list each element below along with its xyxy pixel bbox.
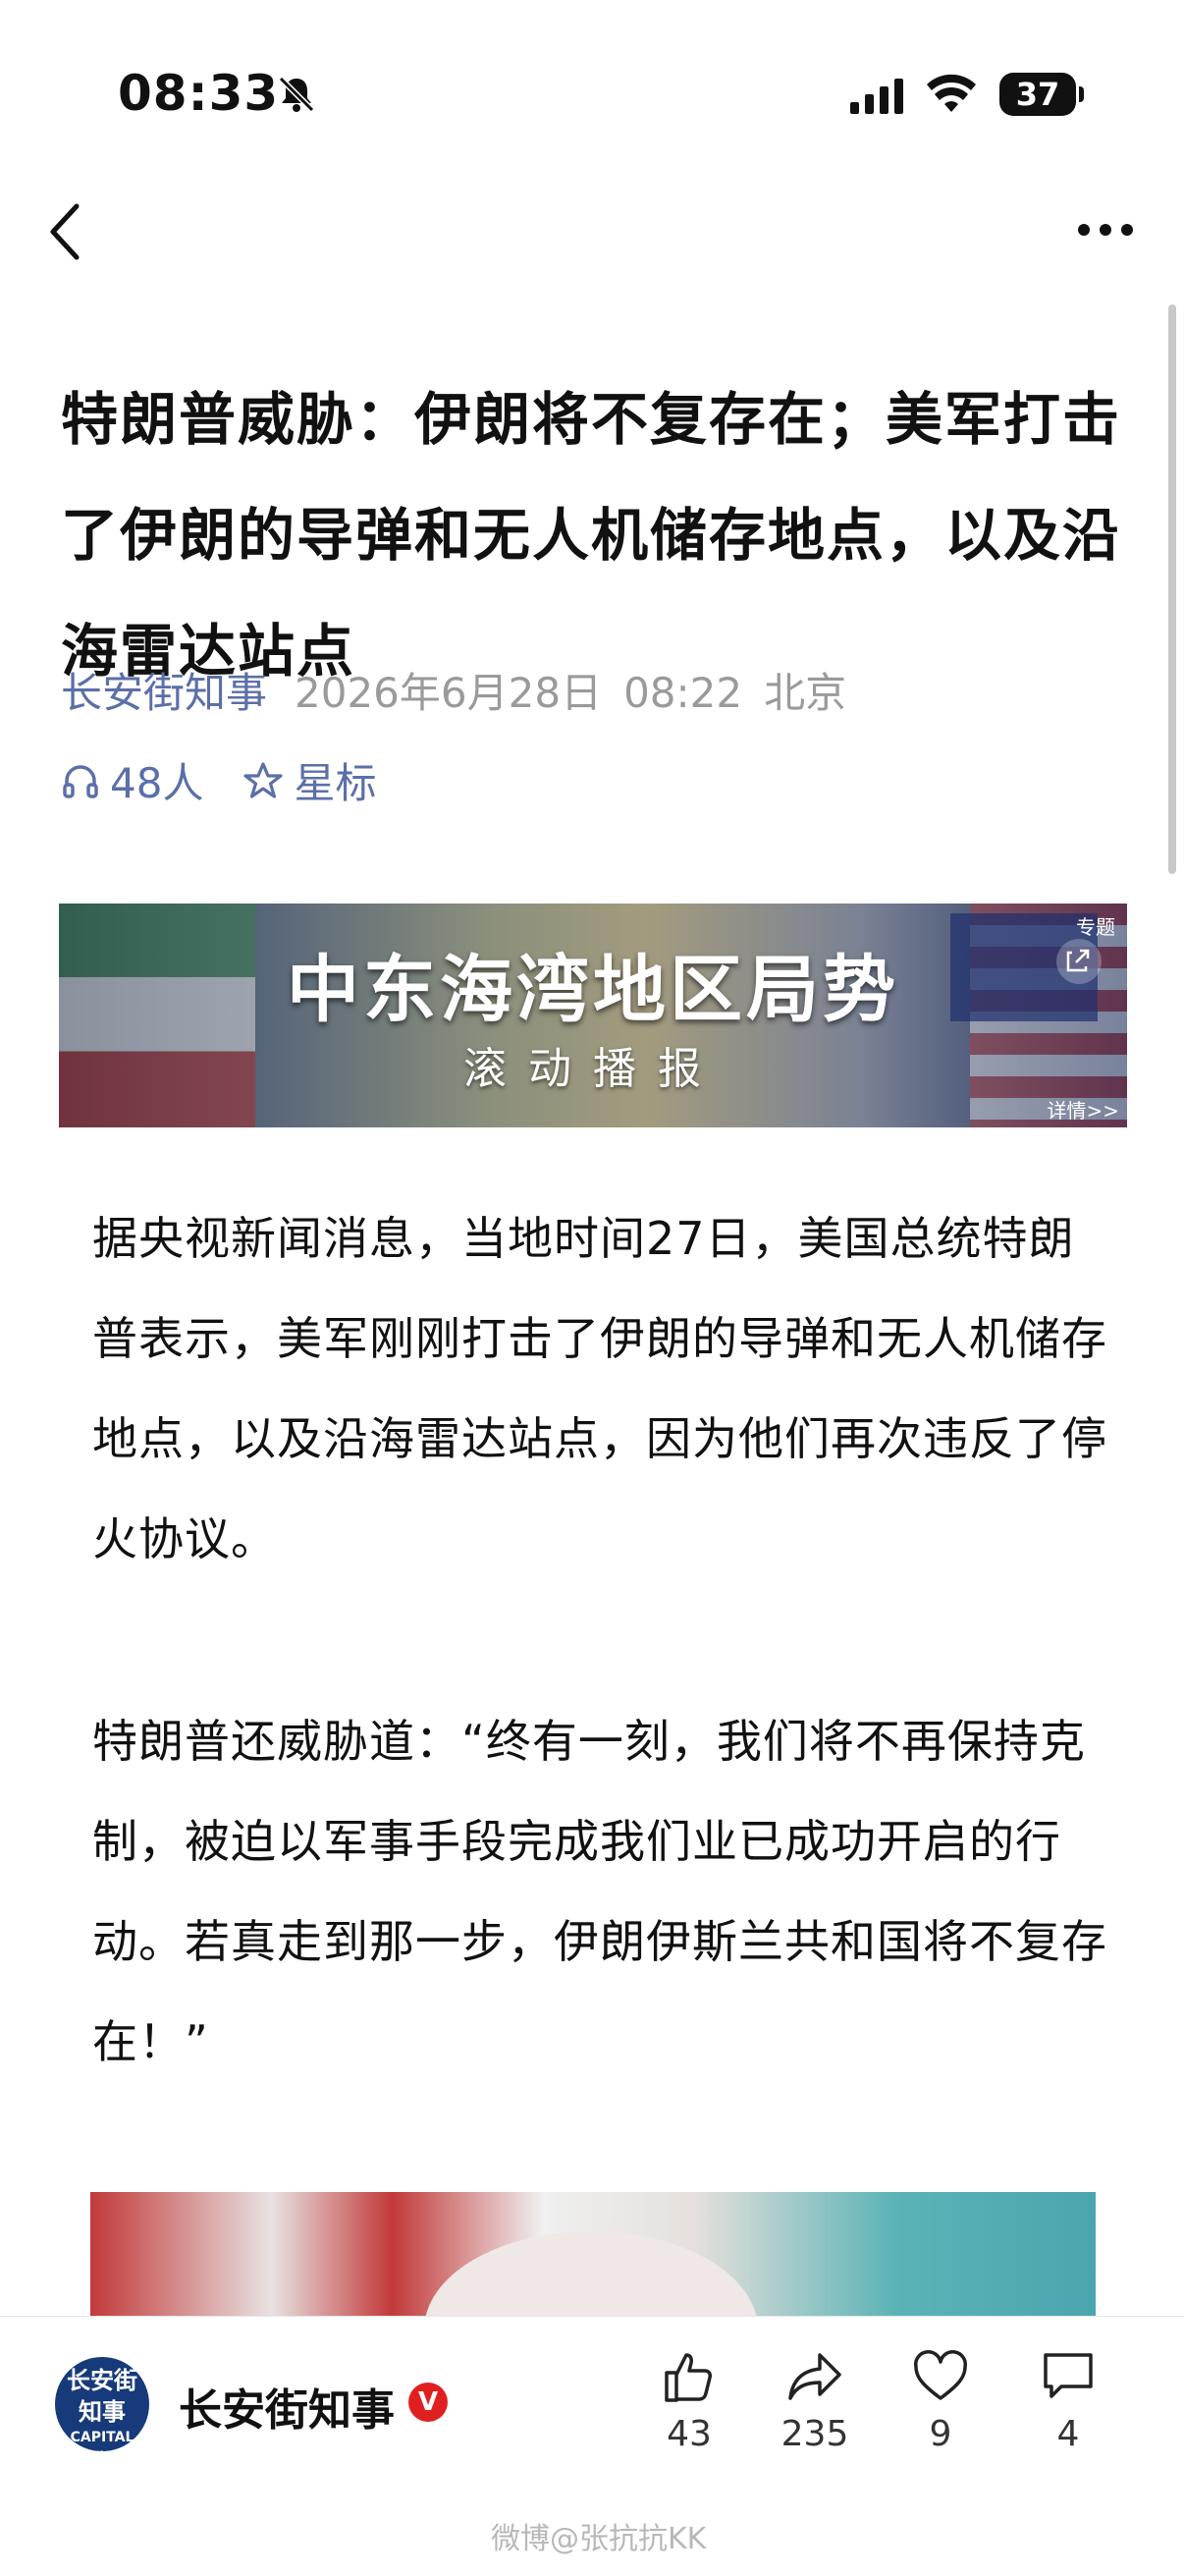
article-photo[interactable] xyxy=(90,2192,1096,2329)
article-title: 特朗普威胁：伊朗将不复存在；美军打击了伊朗的导弹和无人机储存地点，以及沿海雷达站… xyxy=(61,386,1122,685)
avatar-text-top: 长安街 xyxy=(67,2367,137,2394)
star-label[interactable]: 星标 xyxy=(294,750,376,810)
avatar[interactable]: 长安街 知事 CAPITAL NEWS xyxy=(55,2357,149,2451)
article-date: 2026年6月28日 xyxy=(295,669,603,717)
battery-indicator: 37 xyxy=(999,73,1084,116)
article-stats: 48人 星标 xyxy=(61,750,376,810)
paragraph-1: 据央视新闻消息，当地时间27日，美国总统特朗普表示，美军刚刚打击了伊朗的导弹和无… xyxy=(92,1212,1107,1565)
scrollbar[interactable] xyxy=(1168,304,1176,874)
bell-muted-icon xyxy=(278,76,315,113)
topic-banner[interactable]: 中东海湾地区局势 滚动播报 专题 详情>> xyxy=(59,904,1127,1127)
star-icon[interactable] xyxy=(242,760,284,801)
share-button[interactable]: 235 xyxy=(766,2345,864,2454)
paragraph-2: 特朗普还威胁道：“终有一刻，我们将不再保持克制，被迫以军事手段完成我们业已成功开… xyxy=(92,1715,1107,2068)
thumbs-up-icon xyxy=(665,2353,712,2402)
listener-count: 48人 xyxy=(110,759,204,807)
wifi-icon xyxy=(927,74,976,112)
watermark: 微博@张抗抗KK xyxy=(491,2522,707,2556)
article-time: 08:22 xyxy=(623,669,743,717)
article-meta: 长安街知事 2026年6月28日 08:22 北京 xyxy=(61,660,846,720)
verified-badge: V xyxy=(408,2383,448,2422)
comment-button[interactable]: 4 xyxy=(1019,2345,1117,2454)
article-location: 北京 xyxy=(764,669,847,717)
like-button[interactable]: 43 xyxy=(640,2345,738,2454)
cellular-signal-icon xyxy=(850,79,903,114)
account-name[interactable]: 长安街知事 xyxy=(179,2375,395,2438)
banner-topic-tag: 专题 xyxy=(1076,915,1115,939)
banner-detail-link[interactable]: 详情>> xyxy=(1047,1095,1119,1124)
avatar-text-mid: 知事 xyxy=(79,2398,126,2426)
comment-count: 4 xyxy=(1056,2414,1080,2454)
favorite-button[interactable]: 9 xyxy=(891,2345,990,2454)
article-source[interactable]: 长安街知事 xyxy=(61,669,267,717)
back-icon[interactable] xyxy=(45,200,84,263)
banner-subtitle: 滚动播报 xyxy=(463,1044,723,1094)
like-count: 43 xyxy=(667,2414,712,2454)
share-count: 235 xyxy=(780,2414,849,2454)
banner-title: 中东海湾地区局势 xyxy=(287,948,899,1032)
more-icon[interactable] xyxy=(1076,220,1135,240)
share-icon[interactable] xyxy=(1056,939,1102,984)
photo-subject xyxy=(424,2231,758,2329)
heart-icon xyxy=(914,2350,967,2400)
favorite-count: 9 xyxy=(929,2414,952,2454)
forward-icon xyxy=(788,2353,841,2400)
headphones-icon xyxy=(63,764,98,798)
status-time: 08:33 xyxy=(118,65,280,122)
comment-icon xyxy=(1044,2353,1093,2398)
